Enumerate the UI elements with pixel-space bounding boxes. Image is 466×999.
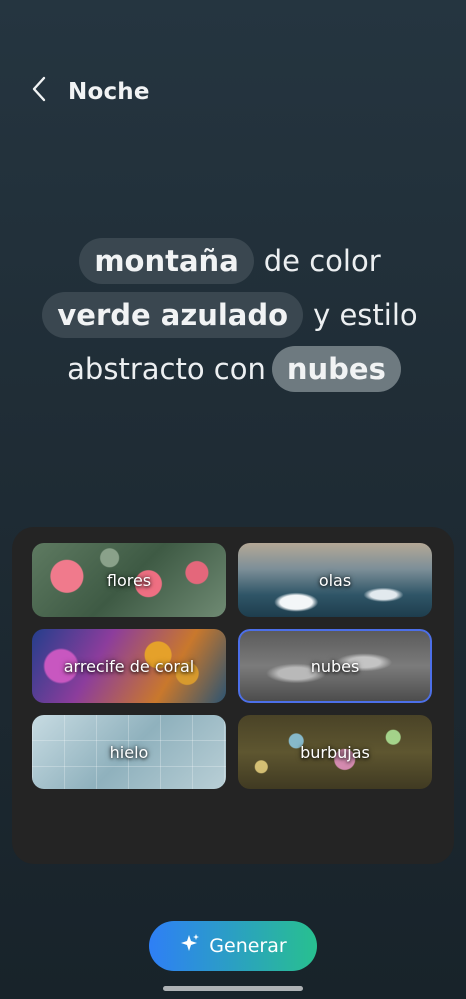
subject-chip[interactable]: montaña (79, 238, 254, 284)
header: Noche (0, 70, 466, 114)
option-arrecife-de-coral[interactable]: arrecife de coral (32, 629, 226, 703)
prompt-text-1: de color (263, 244, 381, 278)
option-label: olas (318, 570, 352, 590)
color-chip[interactable]: verde azulado (42, 292, 304, 338)
option-flores[interactable]: flores (32, 543, 226, 617)
prompt-text-3: abstracto con (67, 352, 266, 386)
option-label: nubes (310, 656, 360, 676)
sparkle-icon (179, 933, 201, 960)
option-nubes[interactable]: nubes (238, 629, 432, 703)
chevron-left-icon (31, 76, 47, 106)
option-burbujas[interactable]: burbujas (238, 715, 432, 789)
option-hielo[interactable]: hielo (32, 715, 226, 789)
home-indicator[interactable] (163, 986, 303, 991)
option-label: burbujas (300, 742, 370, 762)
option-label: flores (106, 570, 152, 590)
back-button[interactable] (24, 76, 54, 106)
element-chip[interactable]: nubes (271, 346, 401, 392)
options-panel: flores olas arrecife de coral nubes hiel… (12, 527, 454, 864)
option-label: hielo (109, 742, 149, 762)
generate-button[interactable]: Generar (149, 921, 317, 971)
generate-label: Generar (209, 935, 287, 957)
prompt-line-1: montaña de color (0, 232, 466, 286)
page-title: Noche (68, 79, 150, 105)
prompt-line-2: verde azulado y estilo (0, 286, 466, 340)
prompt-line-3: abstracto con nubes (0, 340, 466, 394)
prompt-sentence: montaña de color verde azulado y estilo ab… (0, 232, 466, 394)
prompt-text-2: y estilo (313, 298, 418, 332)
option-olas[interactable]: olas (238, 543, 432, 617)
option-label: arrecife de coral (63, 656, 195, 676)
